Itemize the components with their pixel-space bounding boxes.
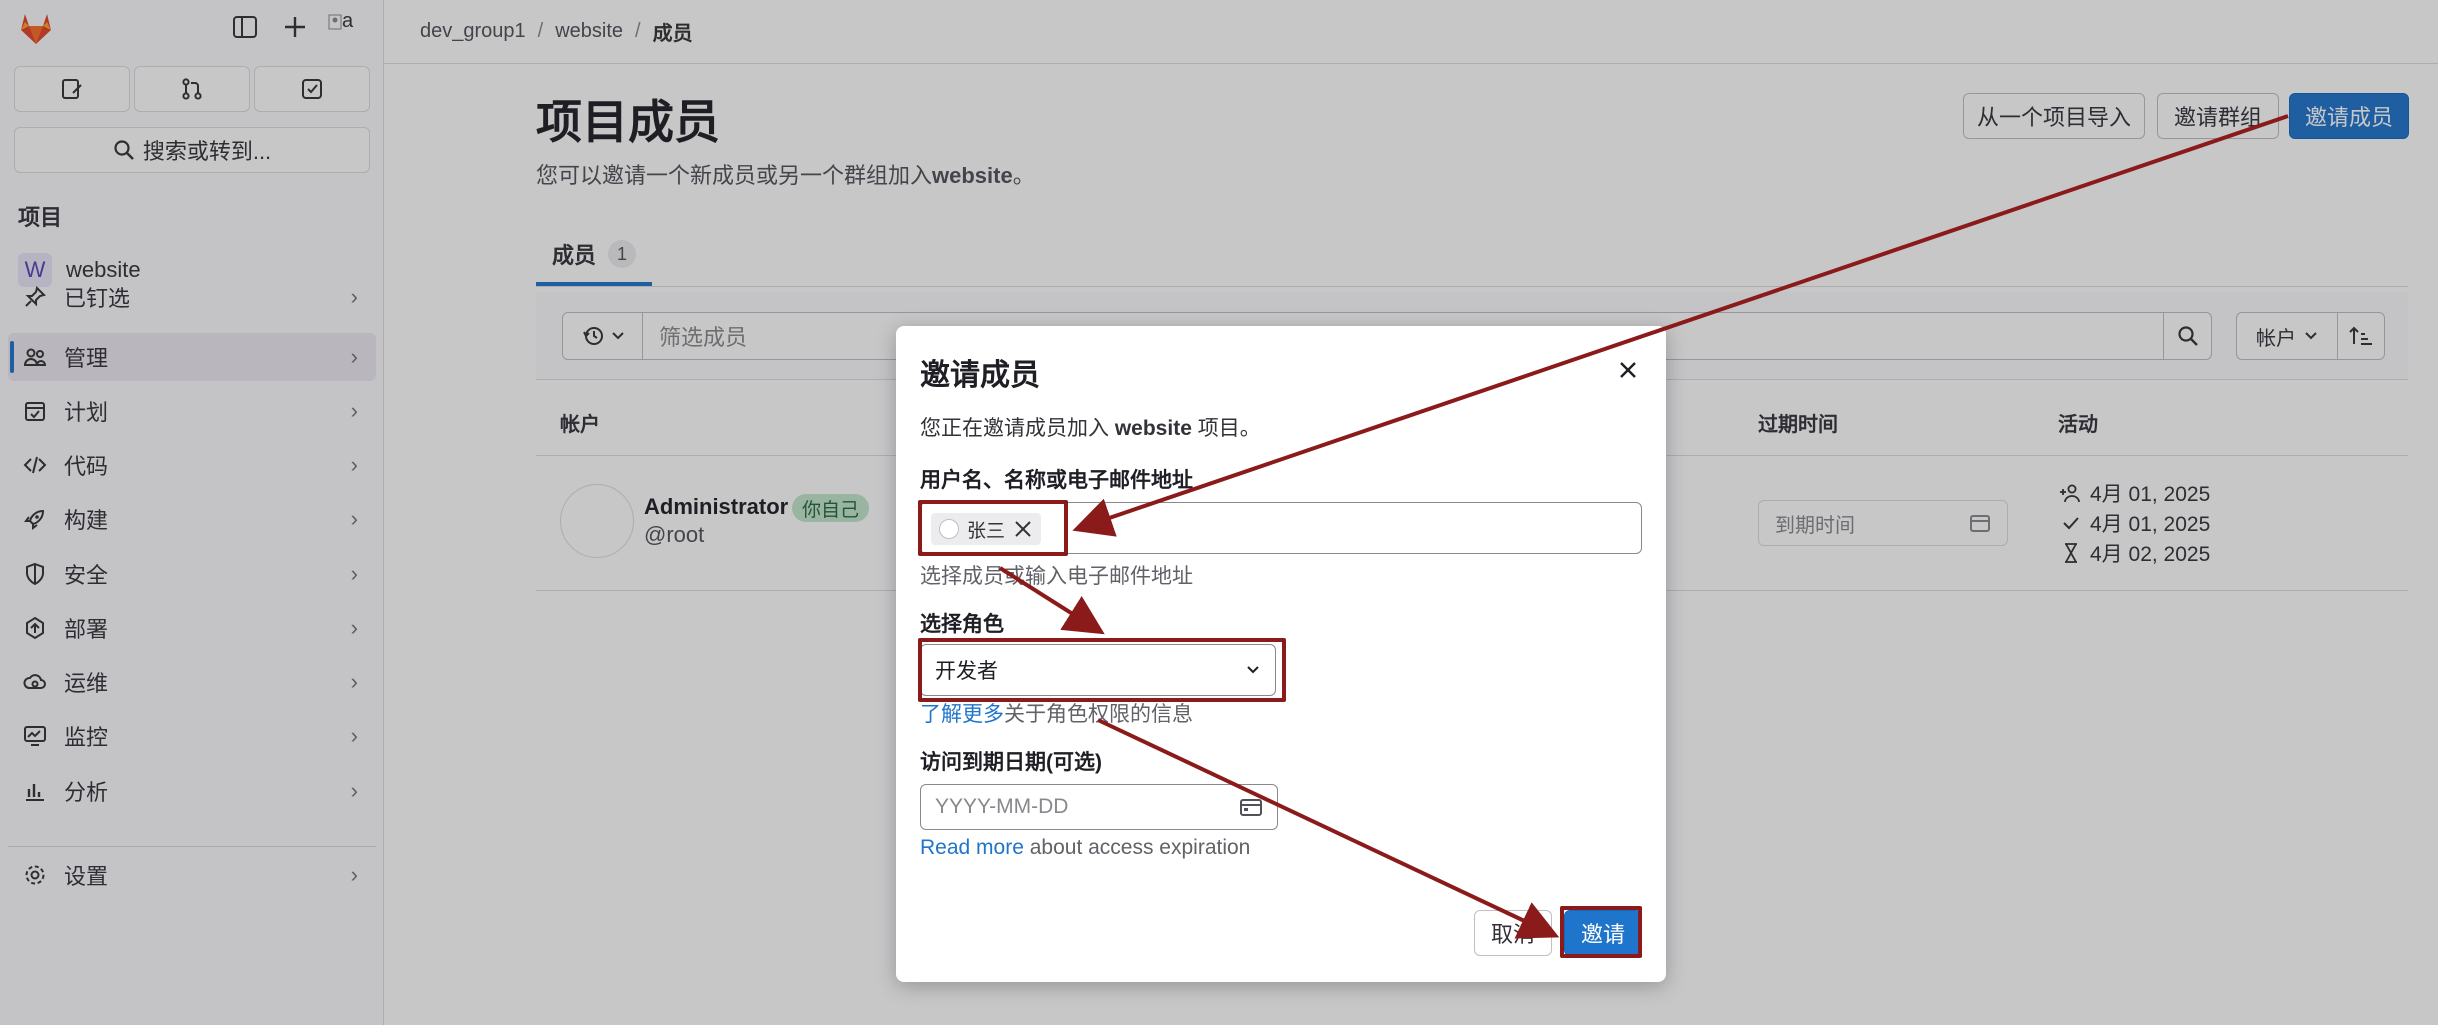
intro-text: 您正在邀请成员加入 (920, 417, 1115, 440)
close-icon[interactable] (1610, 352, 1646, 388)
intro-suffix: 项目。 (1191, 417, 1261, 440)
role-select[interactable]: 开发者 (920, 644, 1276, 696)
date-placeholder: YYYY-MM-DD (935, 795, 1069, 818)
modal-intro: 您正在邀请成员加入 website 项目。 (920, 412, 1261, 442)
invite-button[interactable]: 邀请 (1564, 910, 1642, 956)
chevron-down-icon (1247, 666, 1259, 674)
invite-members-modal: 邀请成员 您正在邀请成员加入 website 项目。 用户名、名称或电子邮件地址… (896, 326, 1666, 982)
date-help: Read more about access expiration (920, 836, 1250, 860)
role-field-label: 选择角色 (920, 613, 1004, 636)
date-field-label: 访问到期日期(可选) (920, 751, 1102, 774)
access-expiry-date-input[interactable]: YYYY-MM-DD (920, 784, 1278, 830)
date-read-more-link[interactable]: Read more (920, 836, 1024, 859)
user-field-label: 用户名、名称或电子邮件地址 (920, 469, 1193, 492)
token-remove-icon[interactable] (1013, 519, 1033, 539)
date-help-text: about access expiration (1023, 836, 1251, 859)
cancel-button[interactable]: 取消 (1474, 910, 1552, 956)
calendar-icon[interactable] (1239, 796, 1263, 818)
role-learn-more-link[interactable]: 了解更多 (920, 703, 1004, 726)
token-label: 张三 (967, 520, 1006, 542)
role-select-value: 开发者 (935, 660, 998, 683)
intro-project: website (1114, 417, 1192, 440)
modal-title: 邀请成员 (920, 359, 1040, 392)
role-help: 了解更多关于角色权限的信息 (920, 698, 1193, 728)
user-field-help: 选择成员或输入电子邮件地址 (920, 565, 1193, 588)
selected-user-token: 张三 (931, 513, 1042, 545)
token-avatar (939, 519, 959, 539)
user-search-input[interactable]: 张三 (920, 502, 1642, 554)
role-help-text: 关于角色权限的信息 (1004, 703, 1193, 726)
